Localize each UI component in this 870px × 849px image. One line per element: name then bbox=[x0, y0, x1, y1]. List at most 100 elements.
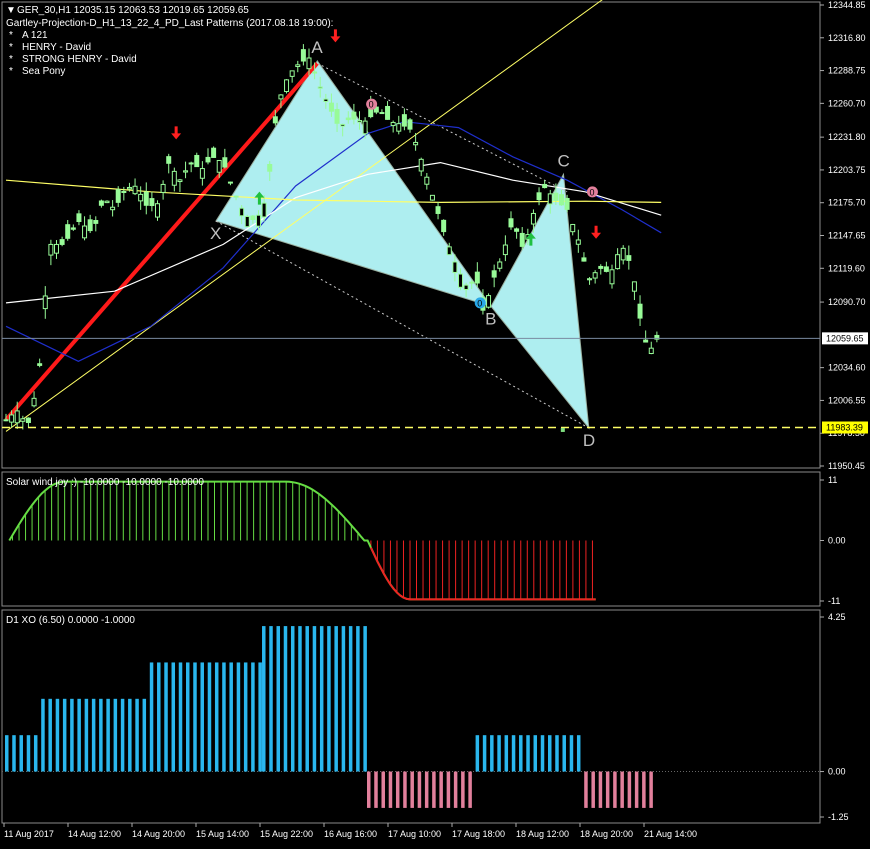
candle-body bbox=[250, 215, 256, 221]
xo-bar bbox=[258, 662, 262, 772]
candle-body bbox=[42, 295, 48, 310]
xo-bar bbox=[222, 662, 226, 772]
candle-body bbox=[334, 109, 340, 124]
xo-bar bbox=[229, 662, 233, 772]
pattern-item-3: STRONG HENRY - David bbox=[22, 54, 137, 65]
xo-bar bbox=[164, 662, 168, 772]
xo-bar bbox=[475, 735, 480, 772]
candle-body bbox=[222, 157, 228, 168]
candle-body bbox=[205, 156, 211, 163]
xo-bar bbox=[432, 771, 436, 808]
price-axis-label: 12203.75 bbox=[828, 165, 866, 175]
xo-bar bbox=[236, 662, 241, 772]
candle-body bbox=[648, 347, 654, 355]
xo-bar bbox=[283, 626, 288, 772]
xo-axis-label: 4.25 bbox=[828, 612, 846, 622]
zero-marker-label: 0 bbox=[477, 298, 482, 308]
time-axis-label: 18 Aug 12:00 bbox=[516, 829, 569, 839]
candle-body bbox=[424, 176, 430, 185]
candle-body bbox=[9, 414, 15, 423]
candle-body bbox=[70, 227, 76, 230]
xo-bar bbox=[243, 662, 248, 772]
xo-bar bbox=[120, 698, 125, 772]
xo-bar bbox=[327, 626, 331, 772]
xo-bar bbox=[334, 626, 338, 772]
candle-body bbox=[564, 197, 570, 210]
candle-body bbox=[558, 194, 564, 206]
xo-bar bbox=[251, 662, 255, 772]
candle-body bbox=[592, 272, 598, 279]
candle-body bbox=[317, 86, 323, 89]
candle-body bbox=[345, 117, 351, 121]
candle-body bbox=[356, 120, 362, 123]
candle-body bbox=[65, 224, 71, 239]
candle-body bbox=[48, 243, 54, 256]
candle-body bbox=[328, 102, 334, 112]
price-axis-label: 12260.70 bbox=[828, 98, 866, 108]
xo-bar bbox=[367, 771, 371, 808]
candle-body bbox=[278, 94, 284, 100]
candle-body bbox=[407, 119, 413, 130]
time-axis-label: 14 Aug 12:00 bbox=[68, 829, 121, 839]
candle-body bbox=[469, 281, 475, 284]
solar-axis-label: 11 bbox=[828, 475, 837, 485]
price-axis-label: 12175.70 bbox=[828, 198, 866, 208]
xo-bar bbox=[627, 771, 632, 808]
candle-body bbox=[502, 244, 508, 256]
candle-body bbox=[154, 203, 160, 218]
candle-body bbox=[104, 200, 110, 204]
candle-body bbox=[401, 114, 407, 127]
candle-body bbox=[643, 339, 649, 343]
candle-body bbox=[312, 71, 318, 74]
candle-body bbox=[87, 219, 93, 232]
candle-body bbox=[620, 247, 626, 261]
time-axis-label: 15 Aug 22:00 bbox=[260, 829, 313, 839]
candle-body bbox=[183, 170, 189, 173]
candle-body bbox=[340, 123, 346, 127]
xo-bar bbox=[70, 698, 74, 772]
candle-body bbox=[435, 206, 441, 214]
candle-body bbox=[418, 158, 424, 172]
chart-canvas[interactable]: X A B C D 0 0 0 12344.85 12316.80 12288.75 12260.7… bbox=[0, 0, 870, 845]
candle-body bbox=[53, 243, 59, 254]
xo-bar bbox=[439, 771, 443, 808]
xo-bar bbox=[62, 698, 67, 772]
xo-bar bbox=[395, 771, 400, 808]
xo-bar bbox=[482, 735, 487, 772]
xo-bar bbox=[33, 735, 38, 772]
candle-body bbox=[446, 246, 452, 256]
candle-body bbox=[160, 183, 166, 193]
xo-axis-label: 0.00 bbox=[828, 767, 846, 777]
time-axis-label: 11 Aug 2017 bbox=[4, 829, 54, 839]
candle-body bbox=[603, 266, 609, 272]
candle-body bbox=[615, 254, 621, 270]
candle-body bbox=[587, 278, 593, 281]
candle-body bbox=[396, 123, 402, 132]
xo-bar bbox=[591, 771, 595, 808]
xo-bar bbox=[99, 698, 103, 772]
pattern-point-x: X bbox=[210, 224, 221, 243]
candle-body bbox=[306, 57, 312, 70]
candle-body bbox=[199, 168, 205, 179]
price-axis-label: 12147.65 bbox=[828, 231, 866, 241]
price-axis-label: 12316.80 bbox=[828, 33, 866, 43]
candle-body bbox=[76, 213, 82, 223]
xo-bar bbox=[91, 698, 96, 772]
xo-bar bbox=[262, 626, 266, 772]
candle-body bbox=[93, 220, 99, 224]
xo-bar bbox=[298, 626, 302, 772]
collapse-triangle-icon[interactable]: ▼ bbox=[6, 5, 16, 16]
candle-body bbox=[194, 154, 200, 168]
pattern-marker bbox=[560, 427, 565, 432]
candle-body bbox=[166, 156, 172, 164]
candle-body bbox=[429, 194, 435, 201]
candle-body bbox=[126, 186, 132, 190]
xo-bar bbox=[576, 735, 581, 772]
chart-window[interactable]: X A B C D 0 0 0 12344.85 12316.80 12288.75 12260.7… bbox=[0, 0, 870, 845]
candle-body bbox=[211, 147, 217, 158]
pattern-point-c: C bbox=[557, 151, 569, 170]
xo-bar bbox=[269, 626, 273, 772]
xo-bar bbox=[135, 698, 139, 772]
candle-body bbox=[323, 98, 329, 102]
price-axis-label: 12231.80 bbox=[828, 132, 866, 142]
